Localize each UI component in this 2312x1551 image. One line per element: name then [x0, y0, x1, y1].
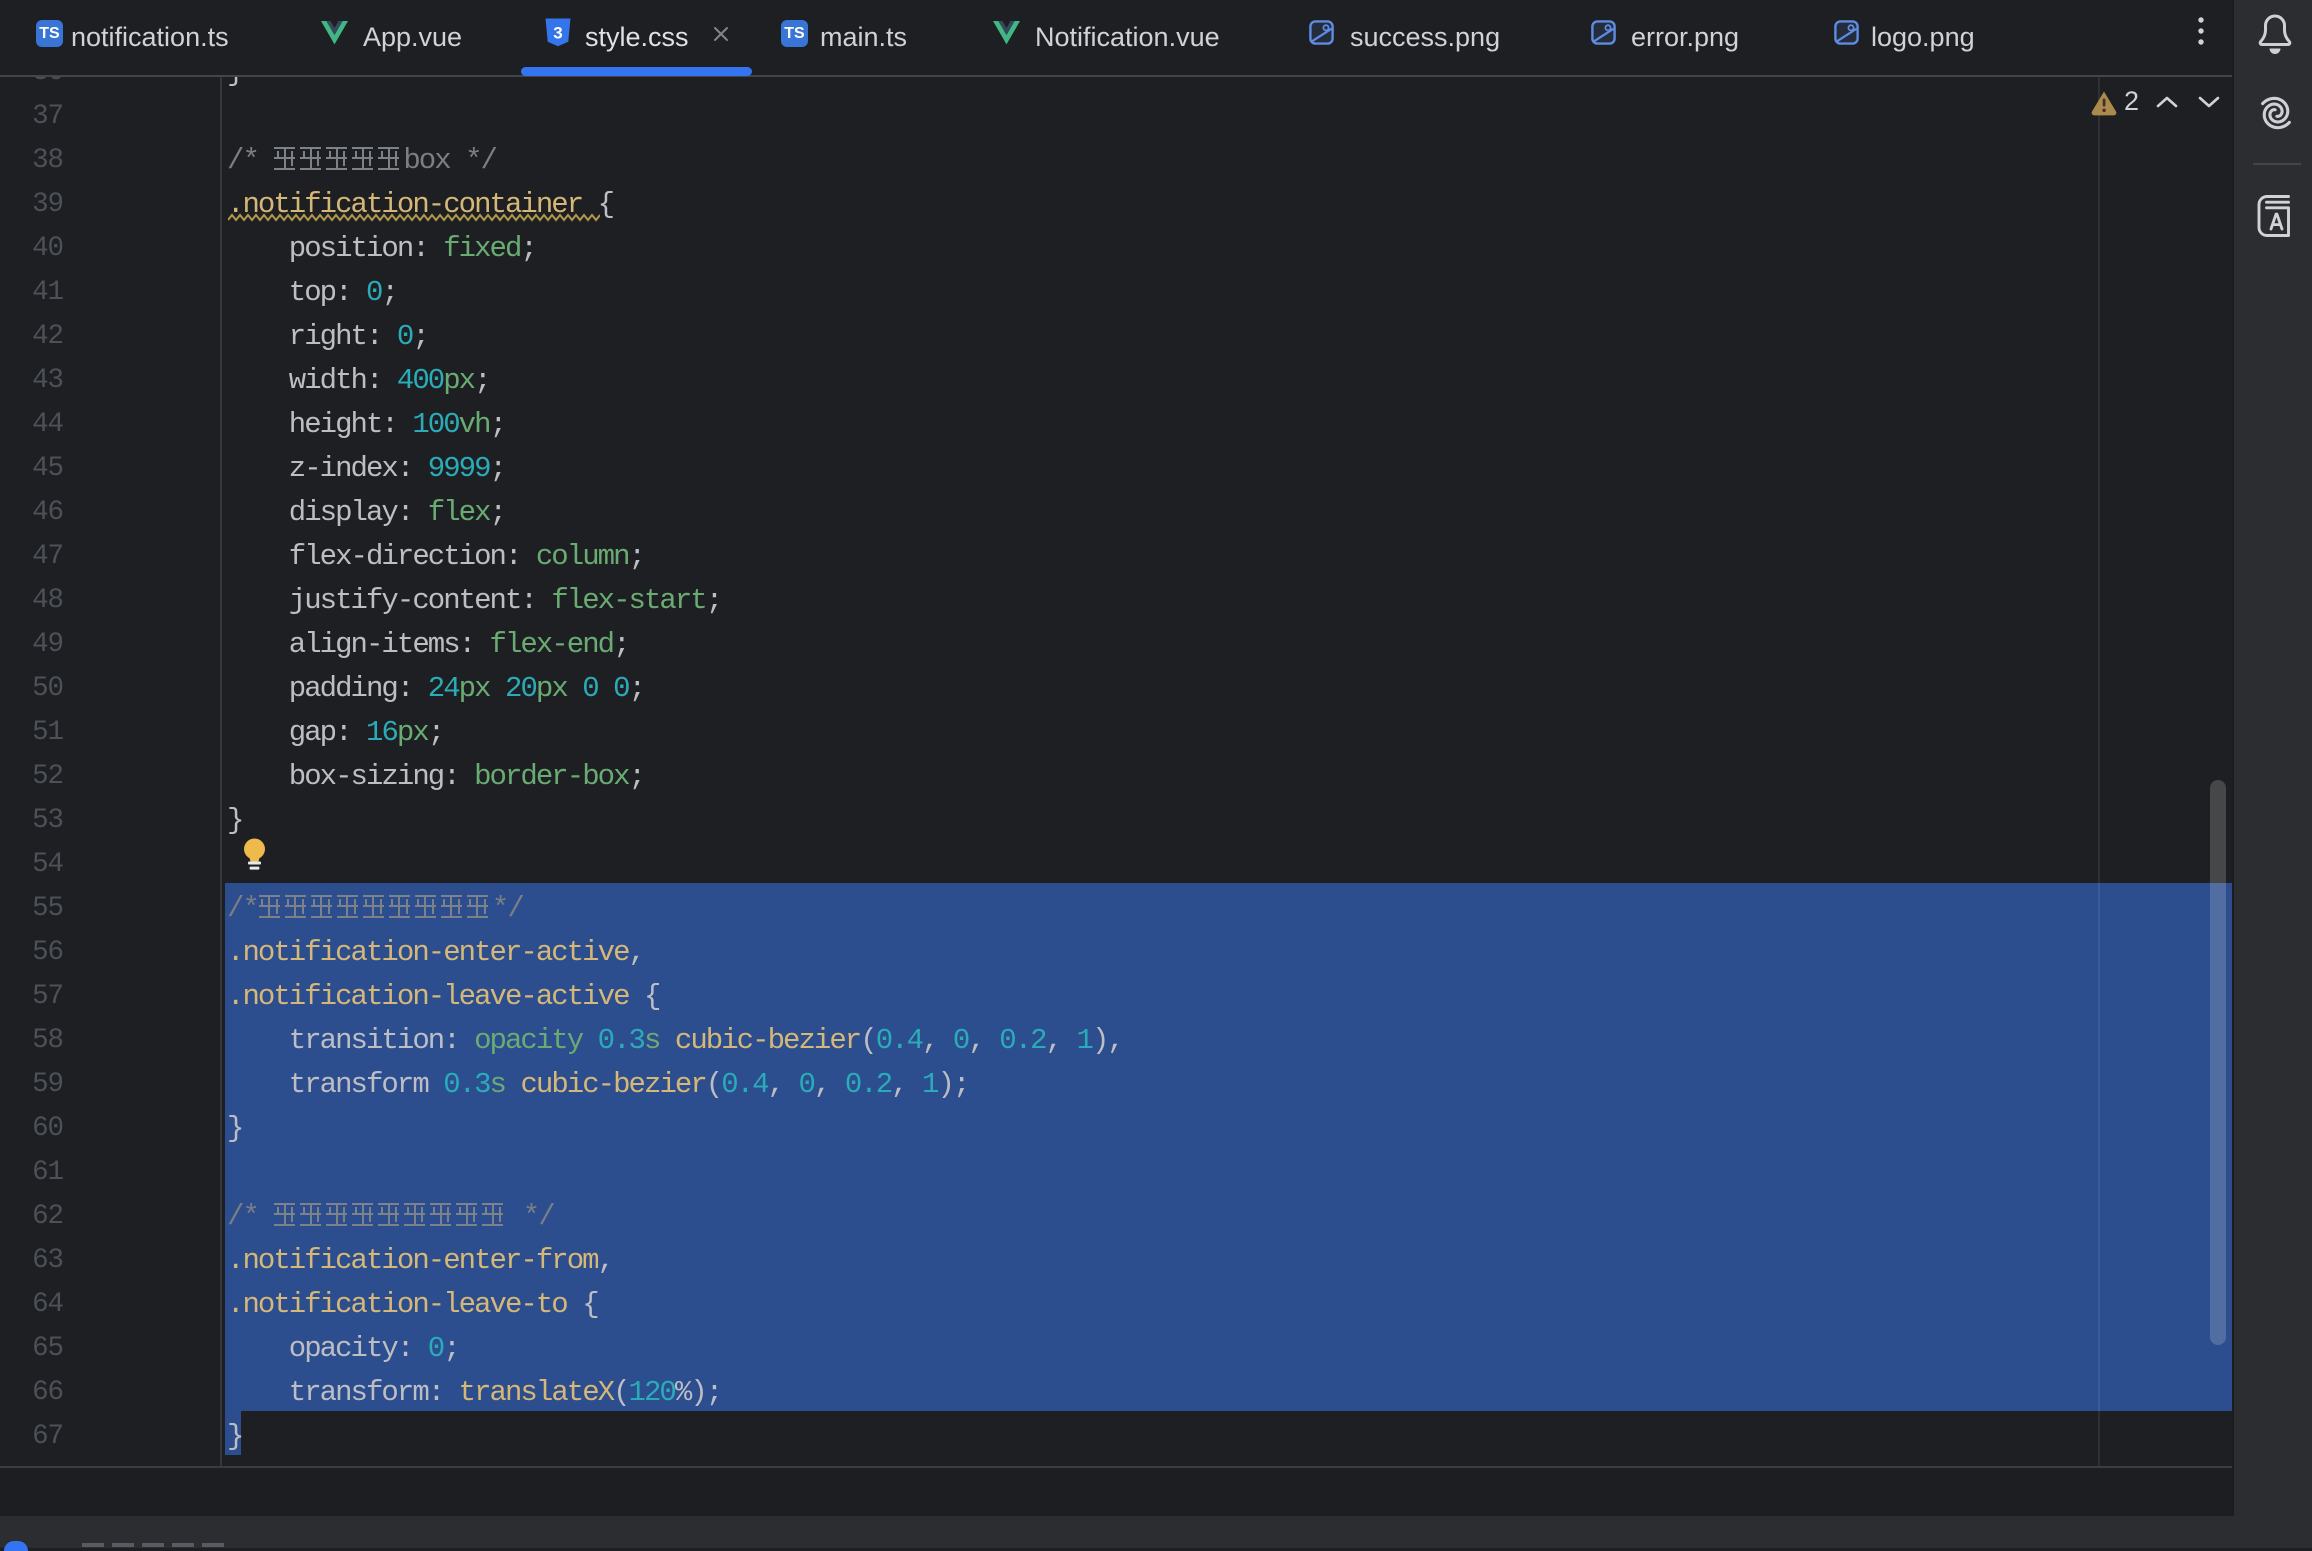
- svg-text:3: 3: [553, 24, 562, 43]
